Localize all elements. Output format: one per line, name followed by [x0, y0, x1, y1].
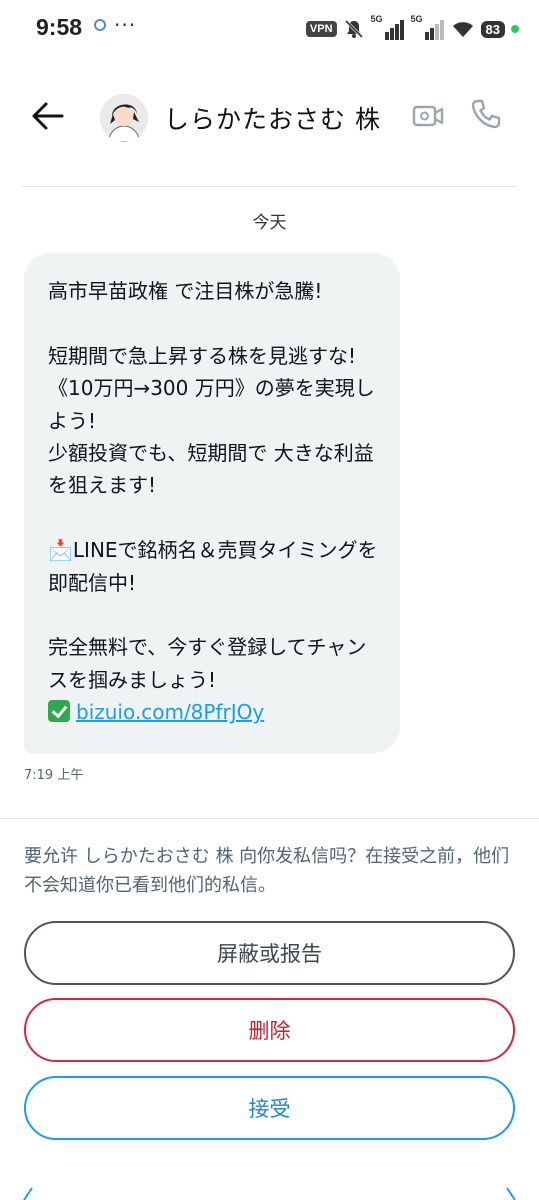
- date-separator: 今天: [252, 213, 287, 233]
- status-time: 9:58: [36, 14, 83, 40]
- avatar[interactable]: [100, 94, 148, 142]
- notification-icon: [94, 19, 106, 31]
- back-arrow-icon: [32, 102, 64, 130]
- message-link[interactable]: bizuio.com/8PfrJOy: [76, 700, 264, 724]
- accept-button[interactable]: 接受: [24, 1076, 515, 1140]
- video-camera-icon: [412, 105, 444, 127]
- status-bar: 9:58 ··· VPN 5G 5G 83: [0, 0, 539, 64]
- vpn-badge: VPN: [305, 21, 337, 37]
- message-request-notice: 要允许 しらかたおさむ 株 向你发私信吗？在接受之前，他们不会知道你已看到他们的…: [24, 846, 510, 896]
- privacy-dot-icon: [511, 25, 519, 33]
- wifi-icon: [452, 22, 473, 37]
- check-mark-icon: [48, 700, 70, 723]
- signal-1-icon: 5G: [371, 14, 405, 40]
- phone-icon: [471, 99, 501, 129]
- mute-icon: [344, 19, 363, 39]
- message-link-row: bizuio.com/8PfrJOy: [48, 696, 378, 728]
- request-divider: [0, 818, 539, 819]
- contact-name[interactable]: しらかたおさむ 株: [164, 100, 381, 136]
- block-or-report-button[interactable]: 屏蔽或报告: [24, 921, 515, 985]
- conversation-header: しらかたおさむ 株: [0, 76, 539, 156]
- message-bubble[interactable]: 高市早苗政権 で注目株が急騰! 短期間で急上昇する株を見逃すな! 《10万円→3…: [24, 253, 400, 753]
- video-call-button[interactable]: [410, 98, 446, 134]
- header-divider: [22, 186, 517, 187]
- back-button[interactable]: [28, 98, 68, 134]
- more-notifications-icon: ···: [114, 13, 137, 37]
- status-icons: VPN 5G 5G 83: [305, 14, 519, 40]
- avatar-illustration-icon: [100, 94, 148, 142]
- signal-2-icon: 5G: [411, 14, 445, 40]
- voice-call-button[interactable]: [468, 96, 504, 132]
- delete-button[interactable]: 删除: [24, 998, 515, 1062]
- accept-label: 接受: [248, 1097, 291, 1121]
- bottom-edge-hint: [23, 1187, 516, 1200]
- battery-indicator: 83: [480, 20, 505, 38]
- message-timestamp: 7:19 上午: [24, 768, 84, 783]
- block-or-report-label: 屏蔽或报告: [217, 942, 322, 966]
- message-text: 高市早苗政権 で注目株が急騰! 短期間で急上昇する株を見逃すな! 《10万円→3…: [48, 279, 378, 692]
- delete-label: 删除: [248, 1019, 291, 1043]
